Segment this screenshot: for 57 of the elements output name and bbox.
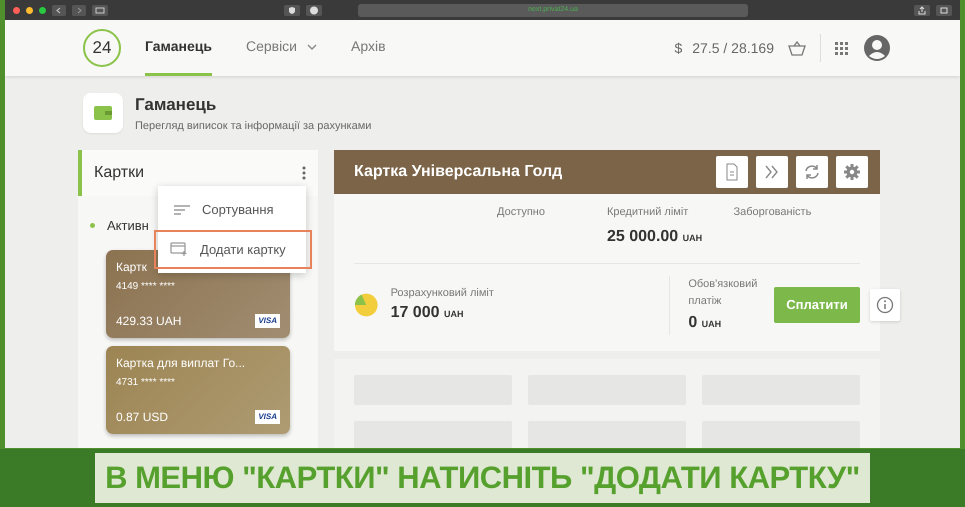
- stat-label: Доступно: [497, 205, 546, 220]
- card-number: 4149 **** ****: [116, 280, 176, 294]
- avatar-icon[interactable]: [864, 35, 890, 61]
- pie-chart-icon: [354, 292, 379, 318]
- wallet-icon: [94, 106, 112, 120]
- settings-button[interactable]: [836, 156, 868, 188]
- payment-label: Обов'язковий платіж: [688, 276, 758, 310]
- status-dot-icon: [90, 223, 95, 228]
- filter-label: Активн: [107, 217, 149, 235]
- logo[interactable]: 24: [83, 29, 121, 67]
- info-button[interactable]: [870, 289, 900, 322]
- stat-amount: 25 000.00 UAH: [607, 226, 704, 246]
- card-brand-logo: VISA: [255, 314, 280, 328]
- card-balance: 429.33 UAH: [116, 312, 182, 330]
- card-balance: 0.87 USD: [116, 408, 168, 426]
- payment-amount: 0 UAH: [688, 312, 722, 333]
- settlement-amount: 17 000 UAH: [390, 303, 464, 324]
- info-icon: [876, 296, 894, 314]
- apps-grid-icon[interactable]: [835, 42, 848, 54]
- add-card-icon: [170, 242, 188, 256]
- share-icon[interactable]: [914, 4, 930, 16]
- page-title: Гаманець: [135, 94, 218, 116]
- nav-tab[interactable]: Сервіси: [246, 20, 318, 76]
- double-chevron-button[interactable]: [756, 156, 788, 188]
- panel-title: Картки: [94, 163, 144, 183]
- forward-icon[interactable]: [72, 4, 86, 16]
- stat-label: Кредитний ліміт: [607, 205, 690, 220]
- more-vertical-icon[interactable]: [302, 166, 306, 180]
- basket-icon[interactable]: [788, 40, 806, 56]
- card-name: Картк: [116, 258, 148, 276]
- menu-item[interactable]: Сортування: [158, 190, 306, 230]
- extension-icon[interactable]: [306, 4, 322, 16]
- exchange-rate: 27.5 / 28.169: [692, 38, 774, 58]
- card-name: Картка для виплат Го...: [116, 354, 246, 372]
- settings-icon: [842, 162, 862, 182]
- settlement-label: Розрахунковий ліміт: [390, 286, 495, 301]
- menu-item[interactable]: Додати картку: [154, 230, 312, 269]
- bank-card[interactable]: Картка для виплат Го... 4731 **** **** 0.87 USD VISA: [106, 346, 290, 434]
- window-zoom-button[interactable]: [39, 6, 46, 14]
- page-subtitle: Перегляд виписок та інформації за рахунками: [135, 118, 372, 134]
- shield-icon[interactable]: [284, 4, 300, 16]
- stat-label: Заборгованість: [734, 205, 812, 220]
- statement-button[interactable]: [716, 156, 748, 188]
- nav-tab[interactable]: Гаманець: [145, 20, 212, 76]
- card-title: Картка Універсальна Голд: [354, 162, 562, 182]
- refresh-button[interactable]: [796, 156, 828, 188]
- tabs-icon[interactable]: [936, 4, 952, 16]
- card-number: 4731 **** ****: [116, 376, 176, 390]
- window-minimize-button[interactable]: [26, 6, 33, 14]
- nav-tab[interactable]: Архів: [351, 20, 386, 76]
- window-close-button[interactable]: [13, 6, 20, 14]
- caption: В МЕНЮ "КАРТКИ" НАТИСНІТЬ "ДОДАТИ КАРТКУ": [95, 452, 870, 504]
- sidebar-icon[interactable]: [92, 4, 108, 16]
- currency-symbol: $: [674, 38, 682, 58]
- card-brand-logo: VISA: [255, 410, 280, 424]
- back-icon[interactable]: [52, 4, 66, 16]
- sort-icon: [174, 204, 190, 215]
